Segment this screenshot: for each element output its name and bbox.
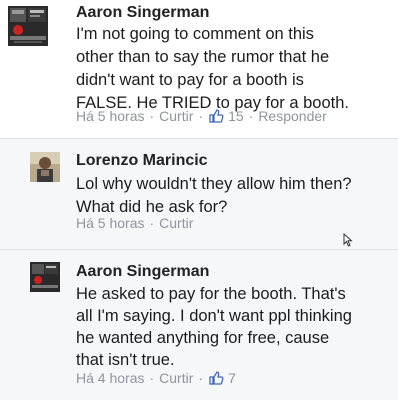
comment-text-line: that isn't true. [76, 351, 175, 369]
comment-author[interactable]: Aaron Singerman [76, 263, 209, 281]
timestamp[interactable]: Há 5 horas [76, 215, 144, 231]
separator: · [248, 108, 254, 124]
avatar[interactable] [30, 262, 60, 292]
like-button[interactable]: Curtir [159, 215, 193, 231]
comment-meta: Há 5 horas · Curtir · 15 · Responder [76, 108, 327, 124]
avatar[interactable] [8, 6, 48, 46]
avatar-image [30, 152, 60, 182]
comment-thread: Aaron Singerman I'm not going to comment… [0, 0, 398, 400]
like-count[interactable]: 7 [228, 370, 236, 386]
comment-text-line: he wanted anything for free, cause [76, 329, 330, 347]
separator: · [149, 215, 155, 231]
separator: · [149, 108, 155, 124]
mouse-pointer-icon [343, 233, 353, 247]
comment-text-line: other than to say the rumor that he [76, 48, 330, 66]
thumbs-up-icon[interactable] [208, 108, 224, 124]
comment-meta: Há 4 horas · Curtir · 7 [76, 370, 236, 386]
like-count[interactable]: 15 [228, 108, 244, 124]
like-button[interactable]: Curtir [159, 108, 193, 124]
timestamp[interactable]: Há 4 horas [76, 370, 144, 386]
comment-author[interactable]: Lorenzo Marincic [76, 152, 208, 170]
comment-text-line: didn't want to pay for a booth is [76, 71, 304, 89]
divider [0, 138, 398, 139]
comment-text-line: He asked to pay for the booth. That's [76, 285, 346, 303]
separator: · [149, 370, 155, 386]
comment-text-line: I'm not going to comment on this [76, 25, 314, 43]
comment-text-line: Lol why wouldn't they allow him then? [76, 175, 352, 193]
comment-author[interactable]: Aaron Singerman [76, 4, 209, 22]
separator: · [198, 370, 204, 386]
separator: · [198, 108, 204, 124]
reply-button[interactable]: Responder [258, 108, 327, 124]
comment-meta: Há 5 horas · Curtir [76, 215, 193, 231]
like-button[interactable]: Curtir [159, 370, 193, 386]
avatar-image [30, 262, 60, 292]
comment-text-line: all I'm saying. I don't want ppl thinkin… [76, 307, 352, 325]
timestamp[interactable]: Há 5 horas [76, 108, 144, 124]
thumbs-up-icon[interactable] [208, 370, 224, 386]
avatar[interactable] [30, 152, 60, 182]
avatar-image [8, 6, 48, 46]
